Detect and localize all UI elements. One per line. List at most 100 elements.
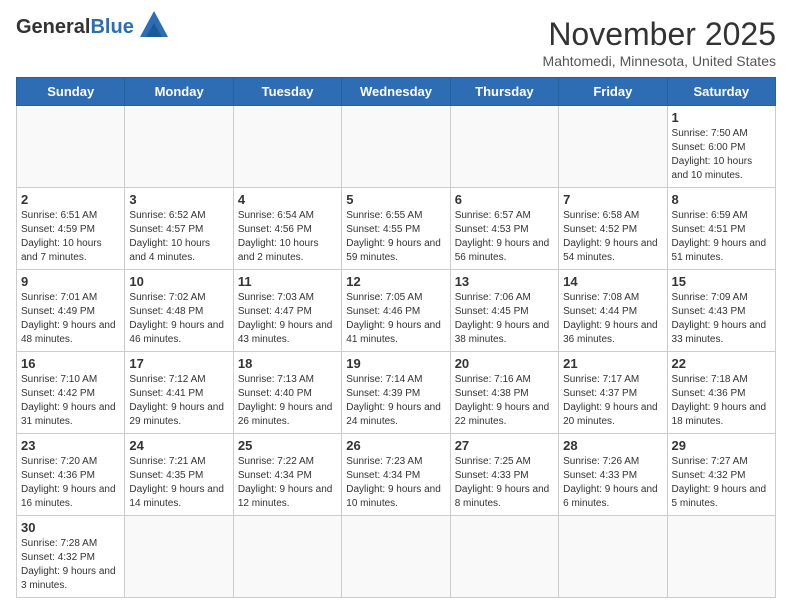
day-number: 13 xyxy=(455,274,554,289)
header-monday: Monday xyxy=(125,78,233,106)
calendar-day: 20Sunrise: 7:16 AM Sunset: 4:38 PM Dayli… xyxy=(450,352,558,434)
day-info: Sunrise: 6:59 AM Sunset: 4:51 PM Dayligh… xyxy=(672,209,771,265)
day-info: Sunrise: 7:22 AM Sunset: 4:34 PM Dayligh… xyxy=(238,455,337,511)
day-info: Sunrise: 6:55 AM Sunset: 4:55 PM Dayligh… xyxy=(346,209,445,265)
day-number: 28 xyxy=(563,438,662,453)
calendar-day: 11 Sunrise: 7:03 AM Sunset: 4:47 PM Dayli… xyxy=(233,270,341,352)
calendar-day: 3 Sunrise: 6:52 AM Sunset: 4:57 PM Daylig… xyxy=(125,188,233,270)
day-info: Sunrise: 7:25 AM Sunset: 4:33 PM Dayligh… xyxy=(455,455,554,511)
day-info: Sunrise: 7:14 AM Sunset: 4:39 PM Dayligh… xyxy=(346,373,445,429)
header-thursday: Thursday xyxy=(450,78,558,106)
day-info: Sunrise: 7:13 AM Sunset: 4:40 PM Dayligh… xyxy=(238,373,337,429)
day-info: Sunrise: 7:27 AM Sunset: 4:32 PM Dayligh… xyxy=(672,455,771,511)
calendar-week-6: 30Sunrise: 7:28 AM Sunset: 4:32 PM Dayli… xyxy=(17,516,776,598)
calendar-day xyxy=(233,516,341,598)
day-info: Sunrise: 7:20 AM Sunset: 4:36 PM Dayligh… xyxy=(21,455,120,511)
page-header: General Blue November 2025 Mahtomedi, Mi… xyxy=(16,16,776,69)
calendar-day xyxy=(559,516,667,598)
day-info: Sunrise: 6:51 AM Sunset: 4:59 PM Dayligh… xyxy=(21,209,120,265)
calendar-day: 17 Sunrise: 7:12 AM Sunset: 4:41 PM Dayli… xyxy=(125,352,233,434)
calendar-header-row: SundayMondayTuesdayWednesdayThursdayFrid… xyxy=(17,78,776,106)
calendar-day: 7Sunrise: 6:58 AM Sunset: 4:52 PM Daylig… xyxy=(559,188,667,270)
header-wednesday: Wednesday xyxy=(342,78,450,106)
day-info: Sunrise: 6:52 AM Sunset: 4:57 PM Dayligh… xyxy=(129,209,228,265)
day-info: Sunrise: 7:05 AM Sunset: 4:46 PM Dayligh… xyxy=(346,291,445,347)
calendar-week-5: 23 Sunrise: 7:20 AM Sunset: 4:36 PM Dayli… xyxy=(17,434,776,516)
day-number: 1 xyxy=(672,110,771,125)
day-number: 17 xyxy=(129,356,228,371)
calendar-day xyxy=(125,516,233,598)
day-number: 20 xyxy=(455,356,554,371)
calendar-day: 21Sunrise: 7:17 AM Sunset: 4:37 PM Dayli… xyxy=(559,352,667,434)
calendar-day: 24Sunrise: 7:21 AM Sunset: 4:35 PM Dayli… xyxy=(125,434,233,516)
day-info: Sunrise: 7:12 AM Sunset: 4:41 PM Dayligh… xyxy=(129,373,228,429)
calendar-day xyxy=(559,106,667,188)
calendar-week-3: 9 Sunrise: 7:01 AM Sunset: 4:49 PM Daylig… xyxy=(17,270,776,352)
day-info: Sunrise: 6:54 AM Sunset: 4:56 PM Dayligh… xyxy=(238,209,337,265)
calendar-day: 13Sunrise: 7:06 AM Sunset: 4:45 PM Dayli… xyxy=(450,270,558,352)
calendar-day: 19 Sunrise: 7:14 AM Sunset: 4:39 PM Dayli… xyxy=(342,352,450,434)
calendar-day: 16Sunrise: 7:10 AM Sunset: 4:42 PM Dayli… xyxy=(17,352,125,434)
day-number: 11 xyxy=(238,274,337,289)
calendar-table: SundayMondayTuesdayWednesdayThursdayFrid… xyxy=(16,77,776,598)
day-number: 10 xyxy=(129,274,228,289)
calendar-day: 23 Sunrise: 7:20 AM Sunset: 4:36 PM Dayli… xyxy=(17,434,125,516)
calendar-day: 14Sunrise: 7:08 AM Sunset: 4:44 PM Dayli… xyxy=(559,270,667,352)
day-number: 15 xyxy=(672,274,771,289)
day-info: Sunrise: 7:09 AM Sunset: 4:43 PM Dayligh… xyxy=(672,291,771,347)
logo-blue-text: Blue xyxy=(90,16,133,39)
calendar-day: 30Sunrise: 7:28 AM Sunset: 4:32 PM Dayli… xyxy=(17,516,125,598)
calendar-day xyxy=(450,106,558,188)
day-number: 24 xyxy=(129,438,228,453)
title-area: November 2025 Mahtomedi, Minnesota, Unit… xyxy=(543,16,776,69)
day-number: 26 xyxy=(346,438,445,453)
day-number: 6 xyxy=(455,192,554,207)
calendar-week-1: 1 Sunrise: 7:50 AM Sunset: 6:00 PM Daylig… xyxy=(17,106,776,188)
location-title: Mahtomedi, Minnesota, United States xyxy=(543,53,776,69)
day-info: Sunrise: 7:02 AM Sunset: 4:48 PM Dayligh… xyxy=(129,291,228,347)
calendar-day: 25Sunrise: 7:22 AM Sunset: 4:34 PM Dayli… xyxy=(233,434,341,516)
month-title: November 2025 xyxy=(543,16,776,53)
day-number: 23 xyxy=(21,438,120,453)
calendar-day: 9 Sunrise: 7:01 AM Sunset: 4:49 PM Daylig… xyxy=(17,270,125,352)
calendar-day: 28Sunrise: 7:26 AM Sunset: 4:33 PM Dayli… xyxy=(559,434,667,516)
calendar-week-4: 16Sunrise: 7:10 AM Sunset: 4:42 PM Dayli… xyxy=(17,352,776,434)
day-number: 9 xyxy=(21,274,120,289)
calendar-day: 6 Sunrise: 6:57 AM Sunset: 4:53 PM Daylig… xyxy=(450,188,558,270)
header-sunday: Sunday xyxy=(17,78,125,106)
calendar-day: 4 Sunrise: 6:54 AM Sunset: 4:56 PM Daylig… xyxy=(233,188,341,270)
day-number: 18 xyxy=(238,356,337,371)
day-number: 22 xyxy=(672,356,771,371)
header-saturday: Saturday xyxy=(667,78,775,106)
calendar-day xyxy=(450,516,558,598)
day-info: Sunrise: 7:28 AM Sunset: 4:32 PM Dayligh… xyxy=(21,537,120,593)
calendar-day: 15 Sunrise: 7:09 AM Sunset: 4:43 PM Dayli… xyxy=(667,270,775,352)
day-number: 19 xyxy=(346,356,445,371)
day-number: 2 xyxy=(21,192,120,207)
day-info: Sunrise: 7:08 AM Sunset: 4:44 PM Dayligh… xyxy=(563,291,662,347)
calendar-day: 29Sunrise: 7:27 AM Sunset: 4:32 PM Dayli… xyxy=(667,434,775,516)
calendar-day: 2 Sunrise: 6:51 AM Sunset: 4:59 PM Daylig… xyxy=(17,188,125,270)
day-number: 3 xyxy=(129,192,228,207)
day-info: Sunrise: 7:18 AM Sunset: 4:36 PM Dayligh… xyxy=(672,373,771,429)
calendar-day: 12 Sunrise: 7:05 AM Sunset: 4:46 PM Dayli… xyxy=(342,270,450,352)
day-info: Sunrise: 7:50 AM Sunset: 6:00 PM Dayligh… xyxy=(672,127,771,183)
day-info: Sunrise: 6:57 AM Sunset: 4:53 PM Dayligh… xyxy=(455,209,554,265)
day-number: 21 xyxy=(563,356,662,371)
calendar-day: 27Sunrise: 7:25 AM Sunset: 4:33 PM Dayli… xyxy=(450,434,558,516)
calendar-day: 18 Sunrise: 7:13 AM Sunset: 4:40 PM Dayli… xyxy=(233,352,341,434)
calendar-day: 10 Sunrise: 7:02 AM Sunset: 4:48 PM Dayli… xyxy=(125,270,233,352)
header-tuesday: Tuesday xyxy=(233,78,341,106)
calendar-day: 26Sunrise: 7:23 AM Sunset: 4:34 PM Dayli… xyxy=(342,434,450,516)
logo-general-text: General xyxy=(16,16,90,39)
day-number: 7 xyxy=(563,192,662,207)
day-number: 12 xyxy=(346,274,445,289)
calendar-day: 5 Sunrise: 6:55 AM Sunset: 4:55 PM Daylig… xyxy=(342,188,450,270)
calendar-day: 22 Sunrise: 7:18 AM Sunset: 4:36 PM Dayli… xyxy=(667,352,775,434)
calendar-day xyxy=(125,106,233,188)
day-info: Sunrise: 7:01 AM Sunset: 4:49 PM Dayligh… xyxy=(21,291,120,347)
day-info: Sunrise: 7:03 AM Sunset: 4:47 PM Dayligh… xyxy=(238,291,337,347)
day-number: 4 xyxy=(238,192,337,207)
day-number: 16 xyxy=(21,356,120,371)
day-number: 5 xyxy=(346,192,445,207)
